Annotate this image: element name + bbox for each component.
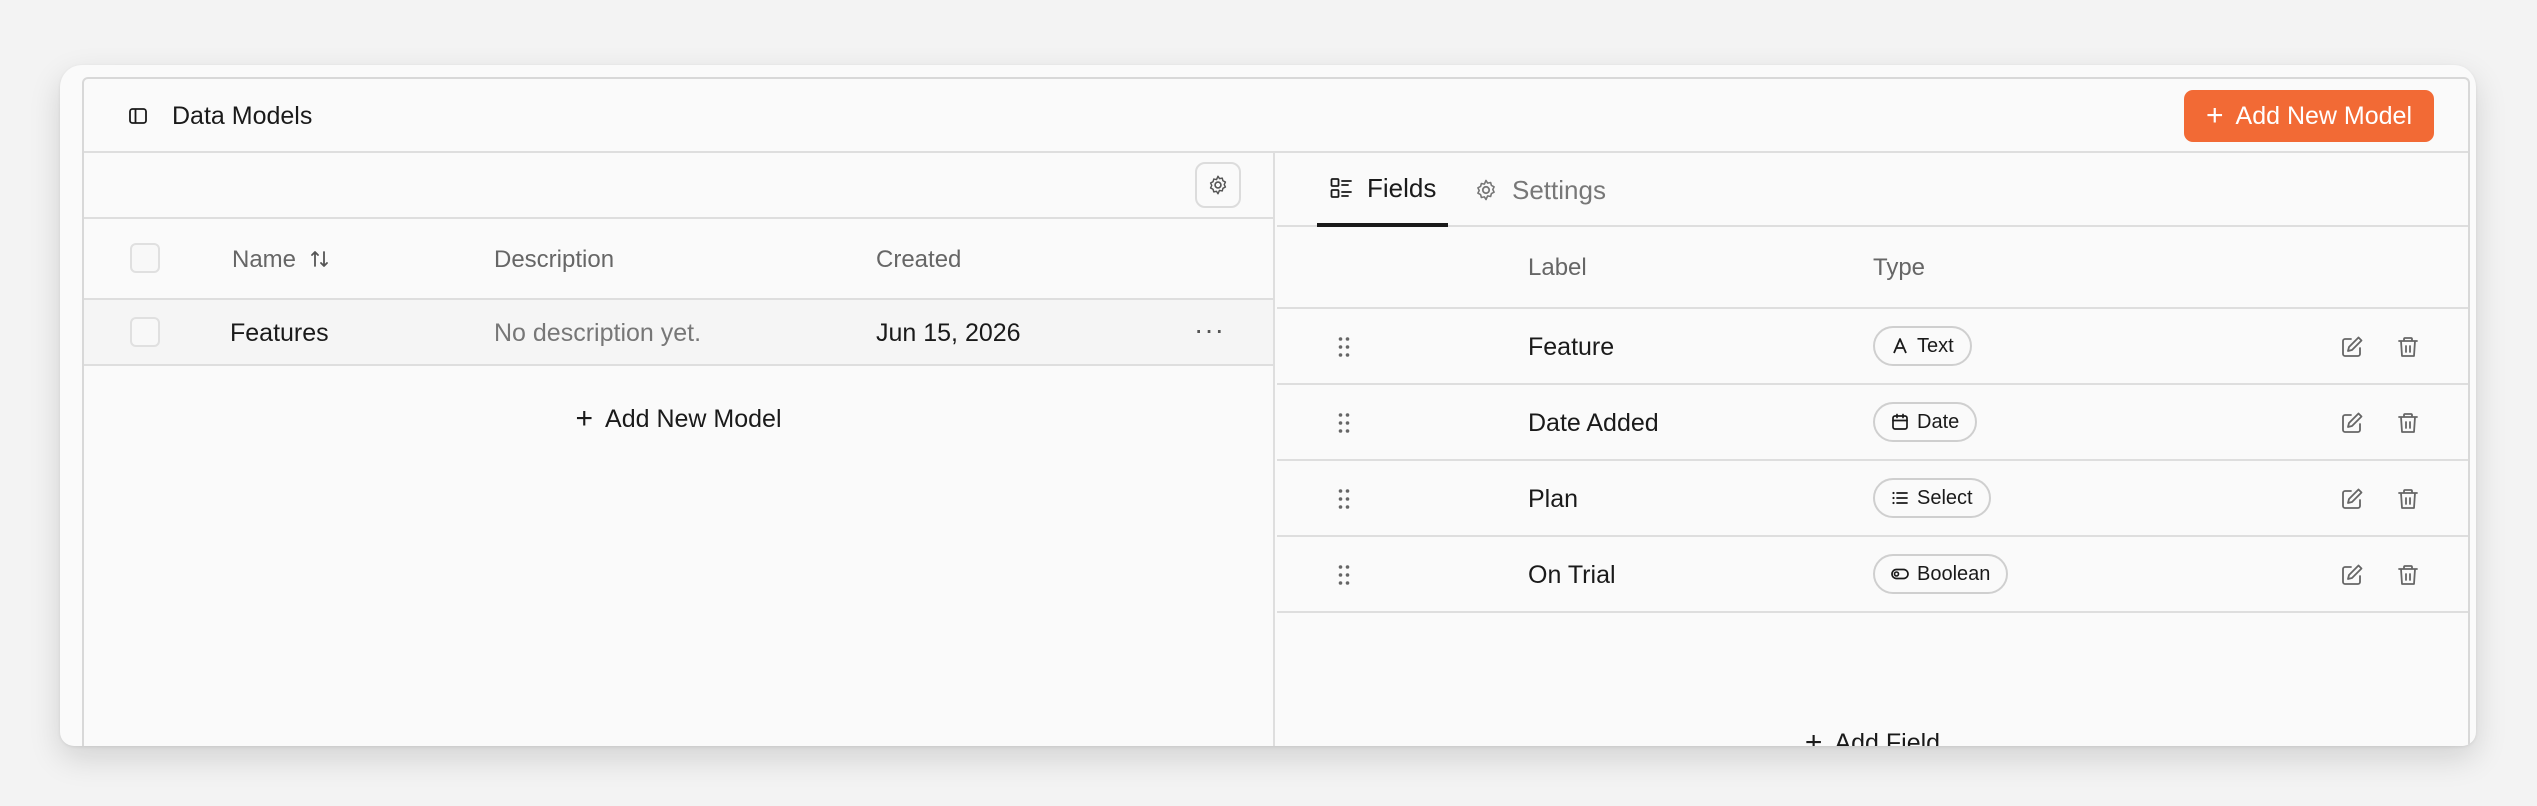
tab-settings-label: Settings (1512, 174, 1606, 205)
column-name-label: Name (232, 246, 297, 273)
row-name: Features (230, 319, 329, 347)
column-header-name[interactable]: Name (232, 245, 331, 275)
field-type-badge: Boolean (1873, 554, 2009, 594)
select-all-checkbox[interactable] (130, 243, 160, 273)
gear-icon (1477, 179, 1495, 201)
trash-icon[interactable] (2396, 562, 2420, 588)
more-options-icon[interactable]: ··· (1194, 316, 1225, 344)
drag-handle-icon[interactable] (1337, 488, 1351, 510)
models-table-header: Name Description Created (84, 219, 1273, 300)
field-type-badge: Select (1873, 478, 1991, 518)
column-header-type: Type (1873, 254, 1926, 281)
add-new-model-row-button[interactable]: + Add New Model (84, 399, 1273, 439)
header-bar: Data Models + Add New Model (84, 79, 2468, 153)
field-type-badge: Date (1873, 402, 1978, 442)
tab-fields[interactable]: Fields (1317, 153, 1449, 227)
trash-icon[interactable] (2396, 486, 2420, 512)
plus-icon: + (1804, 726, 1823, 747)
row-checkbox[interactable] (130, 317, 160, 347)
add-field-button[interactable]: + Add Field (1277, 723, 2468, 747)
sort-icon[interactable] (309, 248, 331, 270)
trash-icon[interactable] (2396, 410, 2420, 436)
field-row[interactable]: Feature Text (1277, 309, 2468, 385)
field-type-badge: Text (1873, 326, 1972, 366)
column-header-label: Label (1528, 254, 1587, 281)
trash-icon[interactable] (2396, 334, 2420, 360)
models-list-panel: Name Description Created Features No des… (84, 153, 1275, 746)
field-type-label: Select (1917, 486, 1973, 509)
column-header-description: Description (494, 246, 615, 273)
field-type-label: Date (1917, 410, 1960, 433)
drag-handle-icon[interactable] (1337, 336, 1351, 358)
row-description: No description yet. (494, 319, 702, 347)
fields-table-header: Label Type (1277, 227, 2468, 309)
list-icon (1892, 491, 1908, 505)
tab-settings[interactable]: Settings (1474, 153, 1606, 227)
page-title: Data Models (172, 102, 313, 130)
field-row[interactable]: On Trial Boolean (1277, 537, 2468, 613)
data-models-panel: Data Models + Add New Model Name Descrip… (82, 77, 2470, 746)
field-type-label: Boolean (1917, 562, 1991, 585)
toggle-icon (1891, 568, 1909, 580)
plus-icon: + (2205, 99, 2224, 132)
add-row-label: Add New Model (605, 404, 782, 433)
drag-handle-icon[interactable] (1337, 564, 1351, 586)
calendar-icon (1892, 413, 1908, 430)
drag-handle-icon[interactable] (1337, 412, 1351, 434)
fields-list-icon (1330, 178, 1352, 198)
table-row[interactable]: Features No description yet. Jun 15, 202… (84, 300, 1273, 366)
text-type-icon (1893, 338, 1907, 354)
edit-icon[interactable] (2340, 486, 2364, 512)
edit-icon[interactable] (2340, 562, 2364, 588)
field-row[interactable]: Date Added Date (1277, 385, 2468, 461)
field-label: Date Added (1528, 409, 1659, 437)
table-settings-button[interactable] (1195, 162, 1241, 208)
field-label: Plan (1528, 485, 1579, 513)
plus-icon: + (575, 402, 594, 435)
field-label: On Trial (1528, 561, 1616, 589)
field-label: Feature (1528, 333, 1615, 361)
add-new-model-button[interactable]: + Add New Model (2184, 90, 2434, 142)
column-header-created: Created (876, 246, 962, 273)
edit-icon[interactable] (2340, 334, 2364, 360)
tab-fields-label: Fields (1367, 172, 1437, 203)
add-new-model-label: Add New Model (2235, 101, 2412, 130)
row-created: Jun 15, 2026 (876, 319, 1021, 347)
sidebar-toggle-icon[interactable] (128, 106, 148, 126)
gear-icon (1209, 175, 1227, 195)
app-window: Data Models + Add New Model Name Descrip… (60, 65, 2476, 746)
add-field-label: Add Field (1834, 728, 1941, 747)
field-row[interactable]: Plan Select (1277, 461, 2468, 537)
fields-panel: Fields Settings Label Type Feature Text … (1277, 153, 2468, 746)
field-type-label: Text (1917, 334, 1954, 357)
edit-icon[interactable] (2340, 410, 2364, 436)
tab-bar: Fields Settings (1277, 153, 2468, 227)
table-toolbar (84, 153, 1273, 219)
